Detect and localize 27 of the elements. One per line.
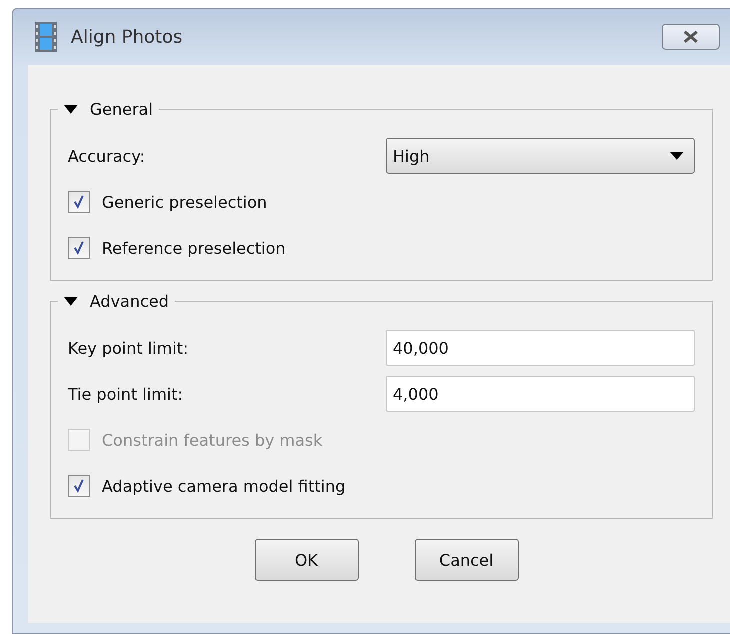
checkbox[interactable] bbox=[68, 191, 90, 213]
checkmark-icon bbox=[72, 479, 86, 493]
checkbox-label: Constrain features by mask bbox=[102, 430, 323, 450]
number-input-field[interactable]: 40,000 bbox=[386, 330, 695, 366]
caret-icon bbox=[670, 152, 684, 160]
field-label: Key point limit: bbox=[68, 338, 190, 358]
checkbox-label: Reference preselection bbox=[102, 238, 286, 258]
checkmark-icon bbox=[72, 195, 86, 209]
expand-arrow-icon[interactable] bbox=[64, 104, 78, 114]
close-icon bbox=[682, 30, 700, 44]
accuracy-dropdown[interactable]: High bbox=[386, 138, 695, 174]
field-label: Tie point limit: bbox=[68, 384, 184, 404]
checkbox-label: Generic preselection bbox=[102, 192, 268, 212]
close-button[interactable] bbox=[662, 24, 720, 50]
checkbox[interactable] bbox=[68, 237, 90, 259]
window-title: Align Photos bbox=[71, 26, 184, 48]
field-label: Accuracy: bbox=[68, 146, 146, 166]
number-input-field[interactable]: 4,000 bbox=[386, 376, 695, 412]
group-title: General bbox=[90, 100, 154, 118]
expand-arrow-icon[interactable] bbox=[64, 296, 78, 306]
checkbox[interactable] bbox=[68, 475, 90, 497]
cancel-button[interactable]: Cancel bbox=[414, 539, 518, 581]
film-strip-icon bbox=[35, 22, 57, 52]
group-title: Advanced bbox=[90, 292, 170, 310]
ok-button[interactable]: OK bbox=[254, 539, 358, 581]
checkmark-icon bbox=[72, 241, 86, 255]
checkbox-label: Adaptive camera model fitting bbox=[102, 476, 346, 496]
